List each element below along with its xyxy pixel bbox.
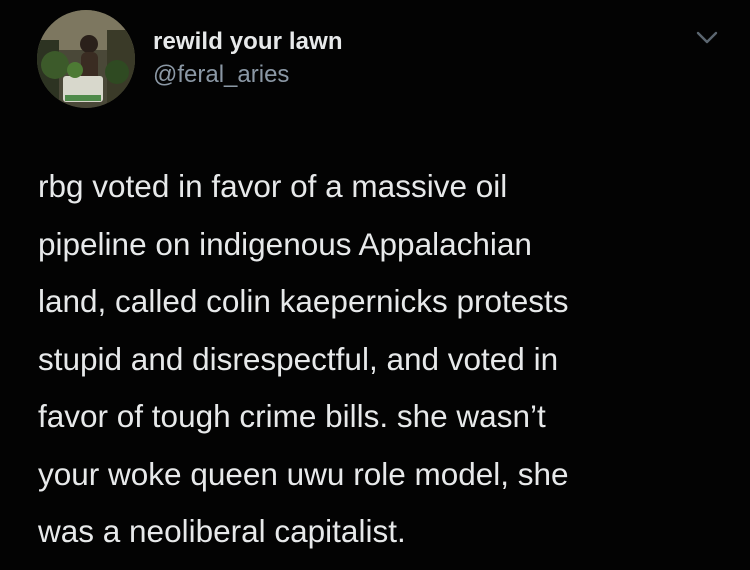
tweet-card: rewild your lawn @feral_aries rbg voted … [0,0,750,570]
tweet-text-line: stupid and disrespectful, and voted in [38,340,559,377]
tweet-text-line: was a neoliberal capitalist. [38,513,406,549]
tweet-text-line: favor of tough crime bills. she wasn’t [38,398,546,434]
tweet-text-line: rbg voted in favor of a massive oil [38,168,508,204]
username-handle[interactable]: @feral_aries [153,60,343,90]
chevron-down-icon[interactable] [692,26,722,50]
tweet-text: rbg voted in favor of a massive oil pipe… [38,158,728,561]
tweet-text-line: your woke queen uwu role model, she [38,455,569,492]
display-name[interactable]: rewild your lawn [153,28,343,56]
tweet-text-line: land, called colin kaepernicks protests [38,283,569,319]
avatar[interactable] [37,10,135,108]
profile-photo-icon [37,10,135,108]
user-info[interactable]: rewild your lawn @feral_aries [153,28,343,90]
tweet-text-line: pipeline on indigenous Appalachian [38,225,532,262]
